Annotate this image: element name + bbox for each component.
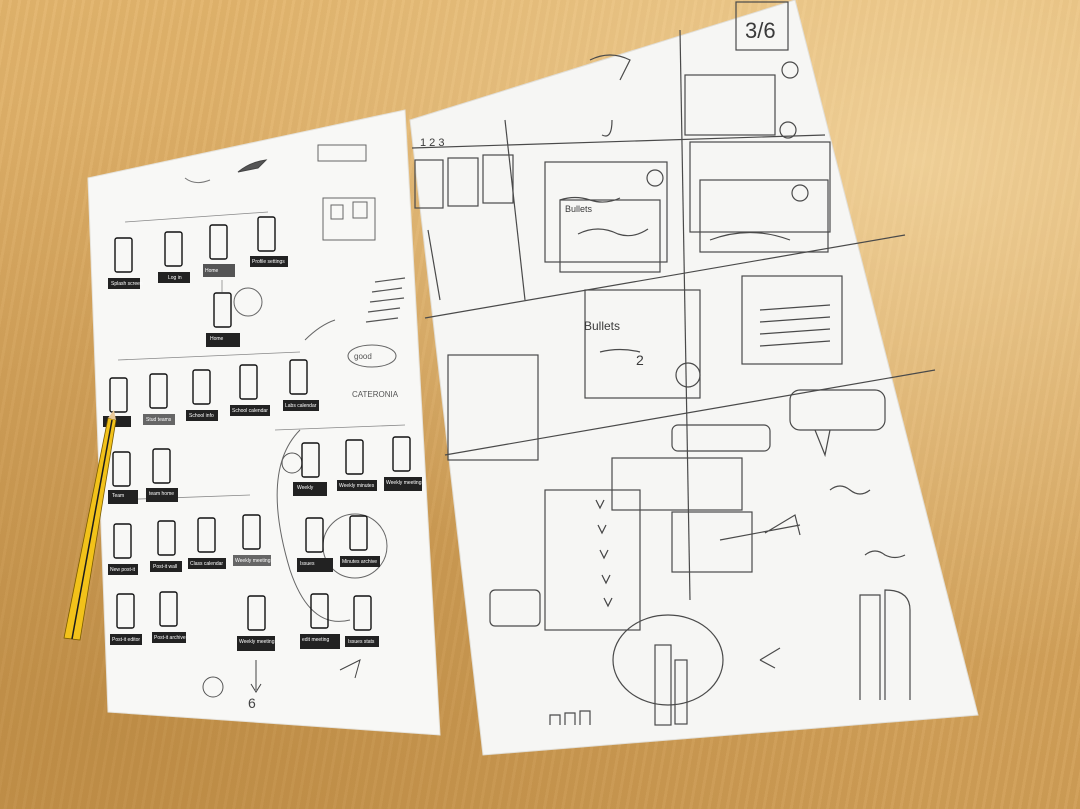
- pencil-body: [63, 417, 117, 641]
- pencil: [63, 410, 117, 641]
- pencil-stripe: [71, 419, 113, 640]
